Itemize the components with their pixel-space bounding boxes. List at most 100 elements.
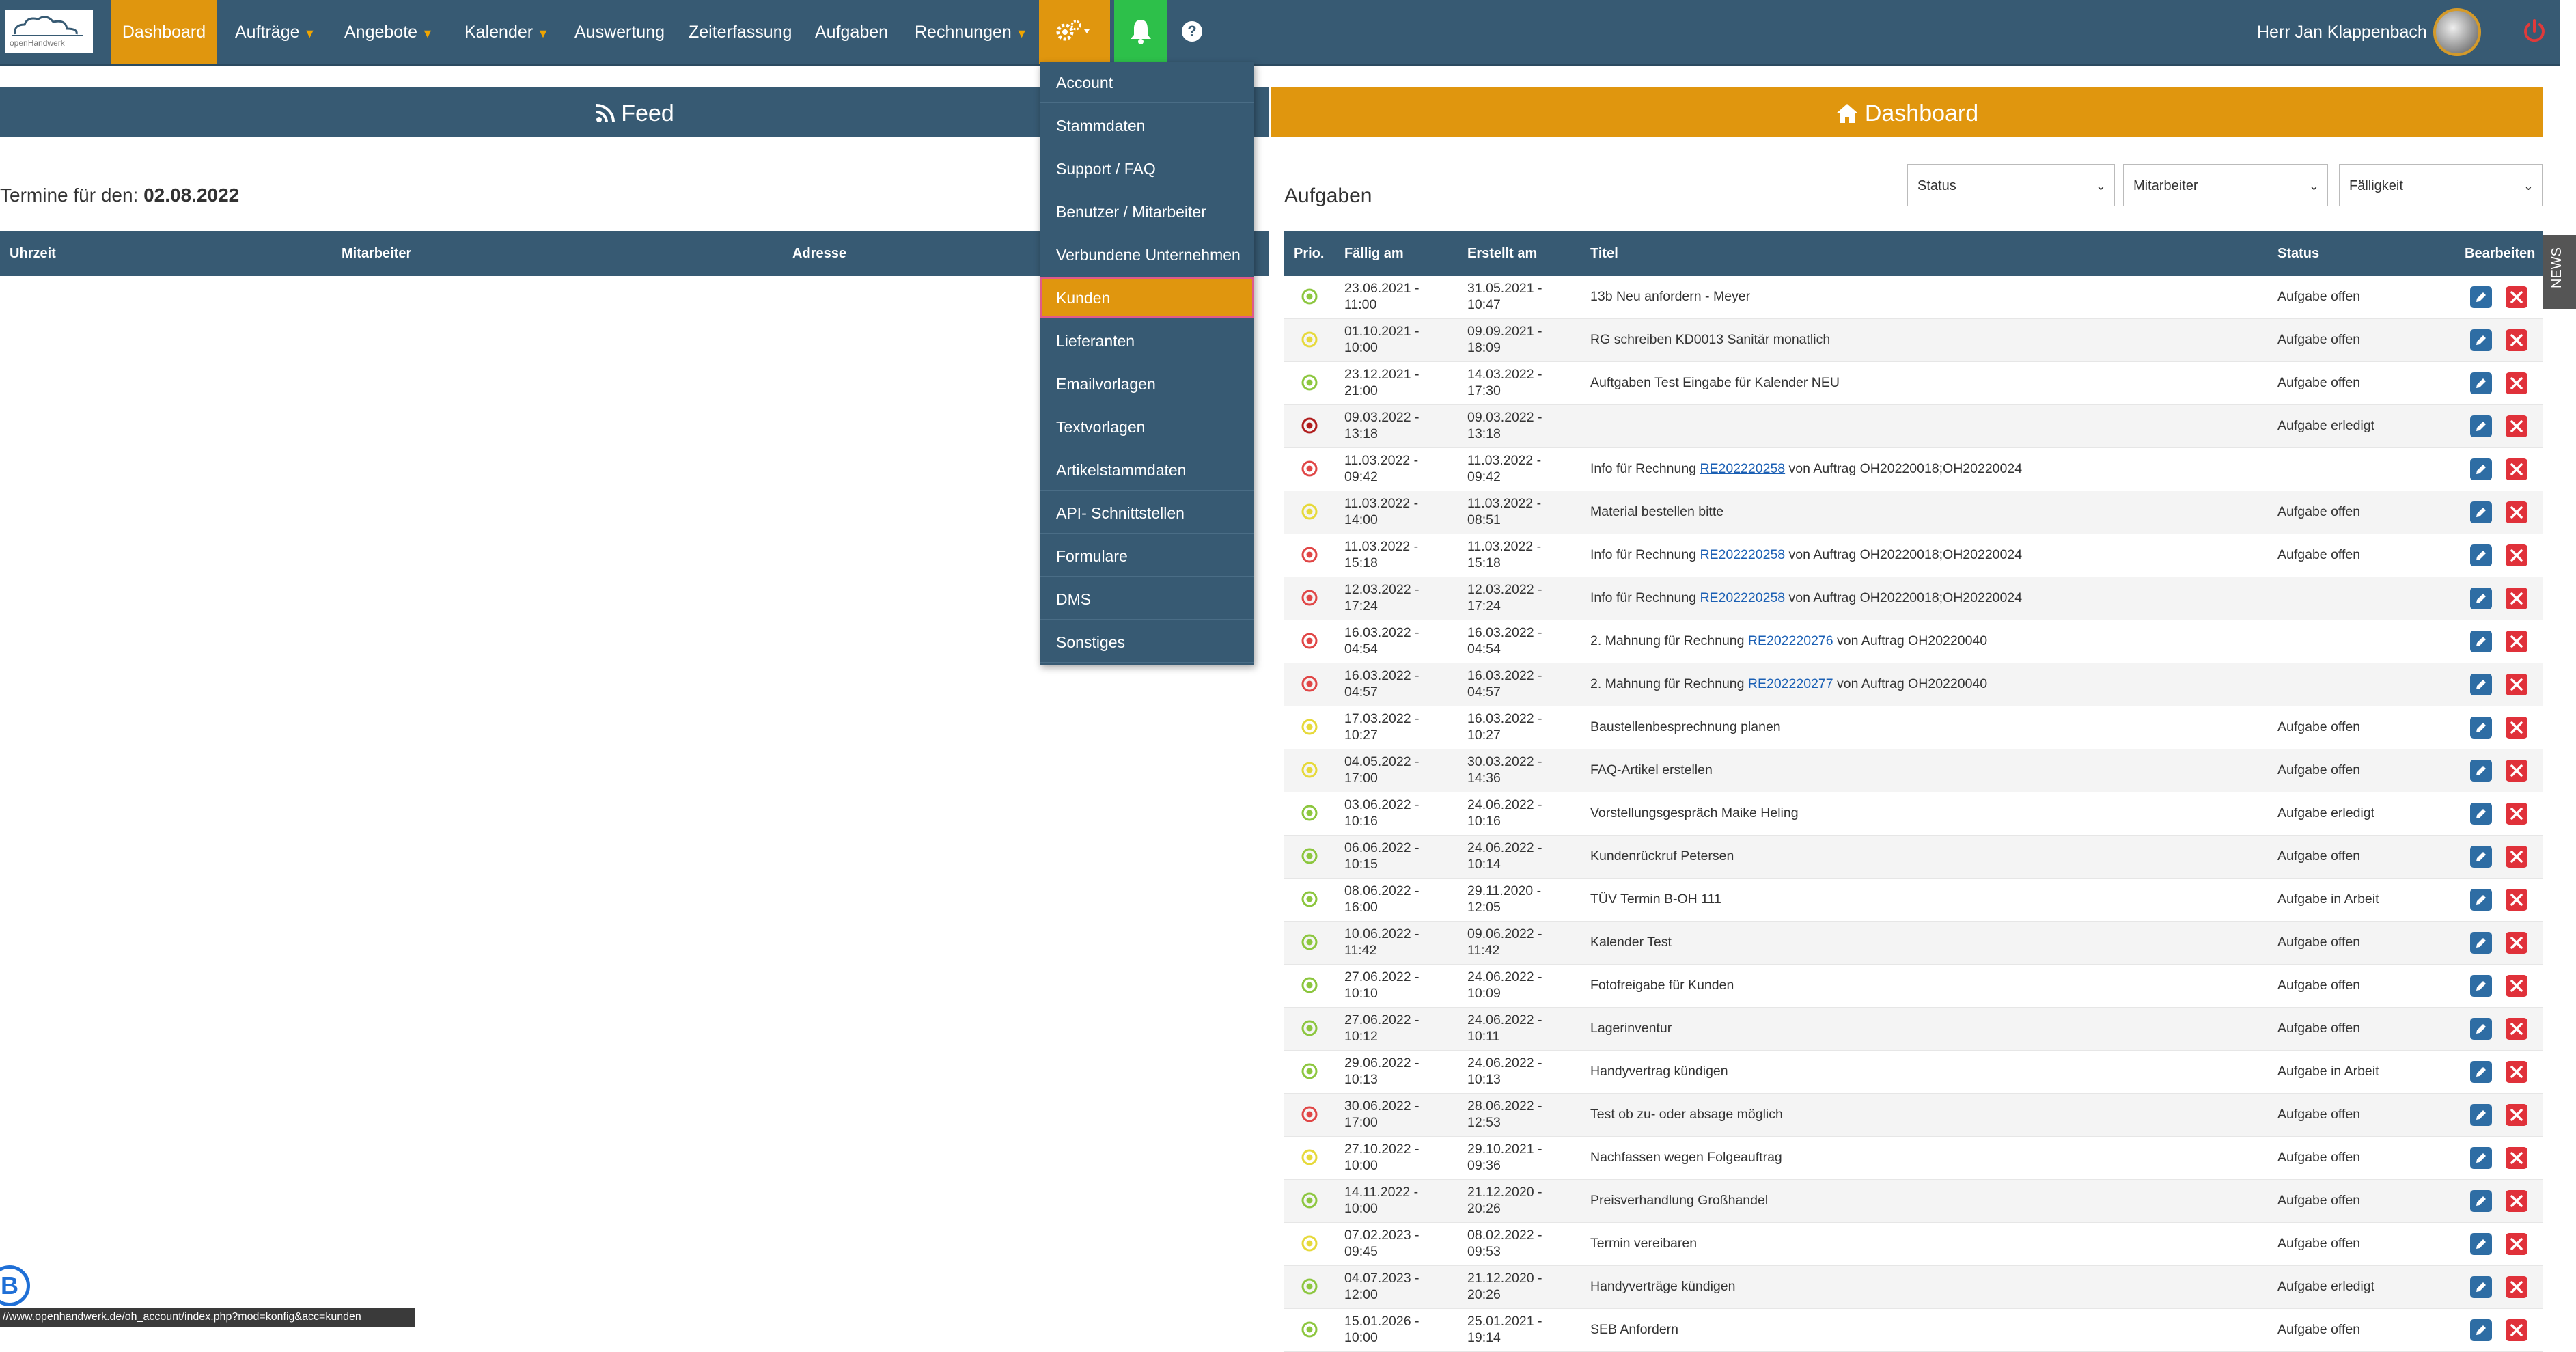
invoice-link[interactable]: RE202220258 — [1700, 590, 1785, 605]
table-row[interactable]: 08.06.2022 - 16:00 29.11.2020 - 12:05 TÜV Te… — [1284, 879, 2543, 922]
table-row[interactable]: 09.03.2022 -13:18 09.03.2022 -13:18 Aufgab… — [1284, 405, 2543, 448]
table-row[interactable]: 12.03.2022 -17:24 12.03.2022 -17:24 Info f… — [1284, 577, 2543, 620]
table-row[interactable]: 23.12.2021 -21:00 14.03.2022 -17:30 Auftga… — [1284, 362, 2543, 405]
table-row[interactable]: 27.10.2022 -10:00 29.10.2021 -09:36 Nachfa… — [1284, 1137, 2543, 1180]
edit-button[interactable] — [2470, 1276, 2492, 1298]
menu-item-stammdaten[interactable]: Stammdaten — [1040, 105, 1254, 146]
edit-button[interactable] — [2470, 1104, 2492, 1126]
delete-button[interactable] — [2506, 846, 2527, 868]
menu-item-support-faq[interactable]: Support / FAQ — [1040, 148, 1254, 189]
mitarbeiter-filter-select[interactable]: Mitarbeiter ⌄ — [2123, 164, 2328, 206]
settings-menu-button[interactable] — [1039, 0, 1110, 64]
edit-button[interactable] — [2470, 415, 2492, 437]
edit-button[interactable] — [2470, 458, 2492, 480]
delete-button[interactable] — [2506, 717, 2527, 739]
nav-auswertung[interactable]: Auswertung — [574, 0, 665, 64]
table-row[interactable]: 11.03.2022 -14:00 11.03.2022 -08:51 Materi… — [1284, 491, 2543, 534]
table-row[interactable]: 10.06.2022 - 11:42 09.06.2022 - 11:42 Kalend… — [1284, 922, 2543, 965]
news-tab[interactable]: NEWS — [2543, 235, 2576, 309]
edit-button[interactable] — [2470, 1061, 2492, 1083]
table-row[interactable]: 15.01.2026 -10:00 25.01.2021 -19:14 SEB An… — [1284, 1309, 2543, 1352]
edit-button[interactable] — [2470, 889, 2492, 911]
table-row[interactable]: 29.06.2022 -10:13 24.06.2022 -10:13 Handyv… — [1284, 1051, 2543, 1094]
header-uhrzeit[interactable]: Uhrzeit — [10, 246, 56, 262]
menu-item-artikelstammdaten[interactable]: Artikelstammdaten — [1040, 450, 1254, 491]
delete-button[interactable] — [2506, 458, 2527, 480]
header-status[interactable]: Status — [2277, 246, 2319, 262]
delete-button[interactable] — [2506, 1276, 2527, 1298]
delete-button[interactable] — [2506, 372, 2527, 394]
edit-button[interactable] — [2470, 932, 2492, 954]
delete-button[interactable] — [2506, 1190, 2527, 1212]
edit-button[interactable] — [2470, 1319, 2492, 1341]
delete-button[interactable] — [2506, 1061, 2527, 1083]
header-prio[interactable]: Prio. — [1294, 246, 1324, 262]
header-titel[interactable]: Titel — [1590, 246, 1618, 262]
delete-button[interactable] — [2506, 1147, 2527, 1169]
delete-button[interactable] — [2506, 1018, 2527, 1040]
menu-item-sonstiges[interactable]: Sonstiges — [1040, 622, 1254, 663]
table-row[interactable]: 16.03.2022 -04:54 16.03.2022 -04:54 2. Mah… — [1284, 620, 2543, 663]
edit-button[interactable] — [2470, 846, 2492, 868]
table-row[interactable]: 04.05.2022 - 17:00 30.03.2022 - 14:36 FAQ-Ar… — [1284, 749, 2543, 792]
delete-button[interactable] — [2506, 329, 2527, 351]
user-name[interactable]: Herr Jan Klappenbach — [2257, 0, 2427, 64]
edit-button[interactable] — [2470, 975, 2492, 997]
table-row[interactable]: 27.06.2022 - 10:12 24.06.2022 - 10:11 Lageri… — [1284, 1008, 2543, 1051]
edit-button[interactable] — [2470, 674, 2492, 695]
nav-aufgaben[interactable]: Aufgaben — [815, 0, 888, 64]
nav-kalender[interactable]: Kalender ▼ — [465, 0, 549, 64]
edit-button[interactable] — [2470, 1147, 2492, 1169]
menu-item-lieferanten[interactable]: Lieferanten — [1040, 320, 1254, 361]
delete-button[interactable] — [2506, 588, 2527, 609]
table-row[interactable]: 27.06.2022 - 10:10 24.06.2022 - 10:09 Fotofr… — [1284, 965, 2543, 1008]
table-row[interactable]: 23.06.2021 -11:00 31.05.2021 -10:47 13b Ne… — [1284, 276, 2543, 319]
notifications-button[interactable] — [1114, 0, 1167, 64]
edit-button[interactable] — [2470, 544, 2492, 566]
edit-button[interactable] — [2470, 501, 2492, 523]
edit-button[interactable] — [2470, 1190, 2492, 1212]
nav-zeiterfassung[interactable]: Zeiterfassung — [689, 0, 792, 64]
edit-button[interactable] — [2470, 588, 2492, 609]
delete-button[interactable] — [2506, 415, 2527, 437]
table-row[interactable]: 04.07.2023 -12:00 21.12.2020 -20:26 Handyv… — [1284, 1266, 2543, 1309]
help-icon[interactable]: ? — [1182, 21, 1202, 42]
nav-auftraege[interactable]: Aufträge ▼ — [235, 0, 316, 64]
power-icon[interactable] — [2521, 18, 2548, 45]
table-row[interactable]: 11.03.2022 -15:18 11.03.2022 -15:18 Info f… — [1284, 534, 2543, 577]
avatar[interactable] — [2433, 8, 2481, 56]
edit-button[interactable] — [2470, 372, 2492, 394]
table-row[interactable]: 14.11.2022 -10:00 21.12.2020 -20:26 Preisv… — [1284, 1180, 2543, 1223]
nav-dashboard[interactable]: Dashboard — [111, 0, 217, 64]
menu-item-verbundene-unternehmen[interactable]: Verbundene Unternehmen — [1040, 234, 1254, 275]
table-row[interactable]: 11.03.2022 -09:42 11.03.2022 -09:42 Info f… — [1284, 448, 2543, 491]
invoice-link[interactable]: RE202220258 — [1700, 547, 1785, 562]
edit-button[interactable] — [2470, 1233, 2492, 1255]
menu-item-benutzer-mitarbeiter[interactable]: Benutzer / Mitarbeiter — [1040, 191, 1254, 232]
menu-item-account[interactable]: Account — [1040, 62, 1254, 103]
nav-angebote[interactable]: Angebote ▼ — [344, 0, 434, 64]
delete-button[interactable] — [2506, 501, 2527, 523]
menu-item-emailvorlagen[interactable]: Emailvorlagen — [1040, 363, 1254, 404]
edit-button[interactable] — [2470, 329, 2492, 351]
delete-button[interactable] — [2506, 286, 2527, 308]
delete-button[interactable] — [2506, 932, 2527, 954]
delete-button[interactable] — [2506, 631, 2527, 652]
edit-button[interactable] — [2470, 631, 2492, 652]
header-mitarbeiter[interactable]: Mitarbeiter — [342, 246, 411, 262]
invoice-link[interactable]: RE202220277 — [1748, 676, 1833, 691]
table-row[interactable]: 30.06.2022 -17:00 28.06.2022 -12:53 Test o… — [1284, 1094, 2543, 1137]
delete-button[interactable] — [2506, 1233, 2527, 1255]
header-adresse[interactable]: Adresse — [792, 246, 846, 262]
logo[interactable]: openHandwerk — [5, 10, 93, 53]
delete-button[interactable] — [2506, 1319, 2527, 1341]
menu-item-api-schnittstellen[interactable]: API- Schnittstellen — [1040, 493, 1254, 534]
faelligkeit-filter-select[interactable]: Fälligkeit ⌄ — [2339, 164, 2543, 206]
table-row[interactable]: 03.06.2022 - 10:16 24.06.2022 - 10:16 Vorste… — [1284, 792, 2543, 836]
edit-button[interactable] — [2470, 286, 2492, 308]
table-row[interactable]: 06.06.2022 - 10:15 24.06.2022 - 10:14 Kunden… — [1284, 836, 2543, 879]
table-row[interactable]: 01.10.2021 -10:00 09.09.2021 -18:09 RG sch… — [1284, 319, 2543, 362]
nav-rechnungen[interactable]: Rechnungen ▼ — [915, 0, 1028, 64]
header-erstellt[interactable]: Erstellt am — [1467, 246, 1537, 262]
delete-button[interactable] — [2506, 803, 2527, 825]
